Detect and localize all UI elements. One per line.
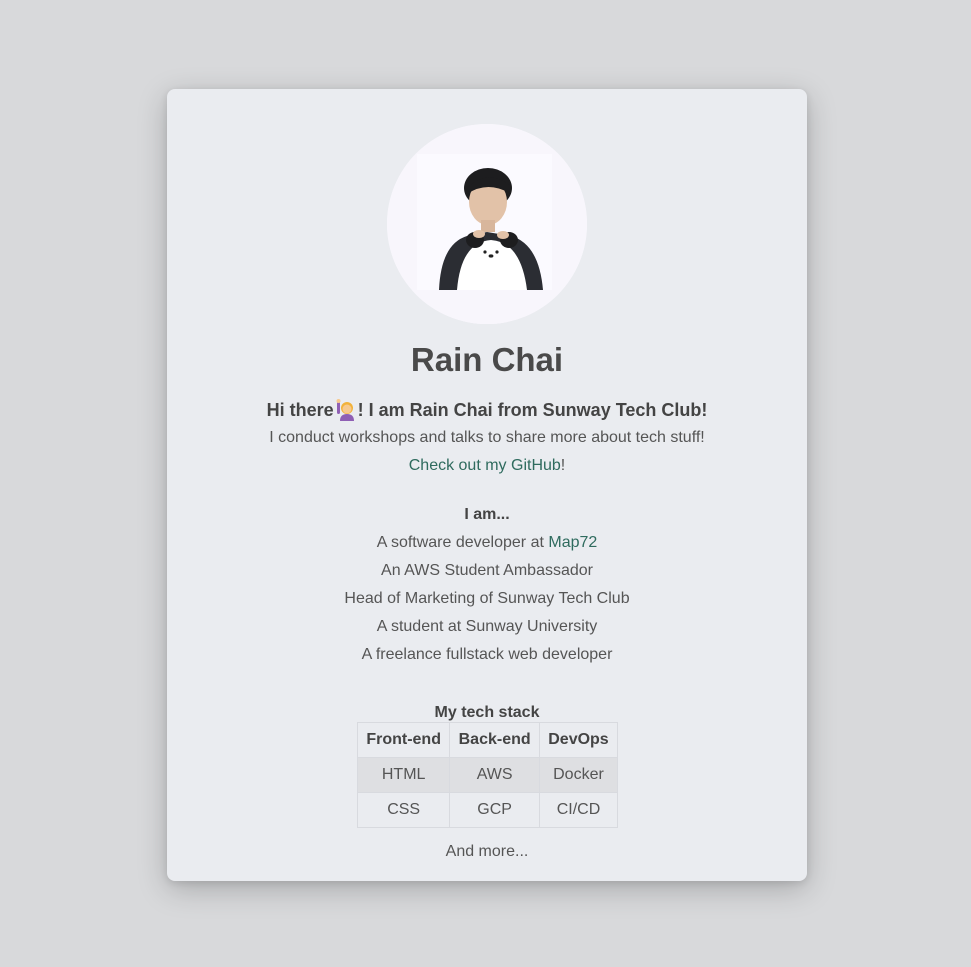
intro-text: I conduct workshops and talks to share m… — [269, 429, 705, 446]
tech-stack-table-wrap: Front-end Back-end DevOps HTML AWS Docke… — [356, 722, 619, 828]
table-row: HTML AWS Docker — [356, 757, 619, 793]
profile-card: Rain Chai Hi there ! I am Rain Chai from … — [167, 89, 807, 881]
avatar — [387, 124, 587, 324]
greeting-text-end: ! I am Rain Chai from Sunway Tech Club! — [357, 400, 708, 420]
table-cell: CI/CD — [538, 792, 619, 828]
about-item: An AWS Student Ambassador — [381, 562, 593, 579]
person-raising-hand-icon — [334, 397, 358, 421]
stack-footer: And more... — [445, 843, 529, 860]
table-cell: Docker — [538, 757, 619, 793]
greeting: Hi there ! I am Rain Chai from Sunway Tec… — [167, 397, 807, 421]
about-item: A student at Sunway University — [376, 618, 598, 635]
map72-link[interactable]: Map72 — [548, 534, 597, 551]
github-suffix: ! — [560, 457, 566, 474]
github-line: Check out my GitHub! — [167, 457, 807, 475]
greeting-text-start: Hi there — [266, 400, 334, 420]
about-heading: I am... — [464, 506, 510, 523]
stack-heading: My tech stack — [434, 704, 540, 721]
avatar-photo — [387, 124, 587, 324]
tech-stack-table: Front-end Back-end DevOps HTML AWS Docke… — [356, 722, 619, 828]
about-item: A freelance fullstack web developer — [361, 646, 613, 663]
table-row: CSS GCP CI/CD — [356, 792, 619, 828]
table-cell: HTML — [356, 757, 451, 793]
column-header: DevOps — [538, 722, 619, 758]
page-title: Rain Chai — [410, 341, 564, 378]
column-header: Back-end — [449, 722, 540, 758]
table-cell: AWS — [449, 757, 540, 793]
about-item: Head of Marketing of Sunway Tech Club — [344, 590, 630, 607]
about-item-developer-prefix: A software developer at — [376, 534, 549, 551]
table-cell: GCP — [449, 792, 540, 828]
column-header: Front-end — [356, 722, 451, 758]
about-item-developer: A software developer at Map72 — [167, 534, 807, 552]
github-link[interactable]: Check out my GitHub — [409, 457, 561, 474]
table-cell: CSS — [356, 792, 451, 828]
table-header-row: Front-end Back-end DevOps — [356, 722, 619, 758]
